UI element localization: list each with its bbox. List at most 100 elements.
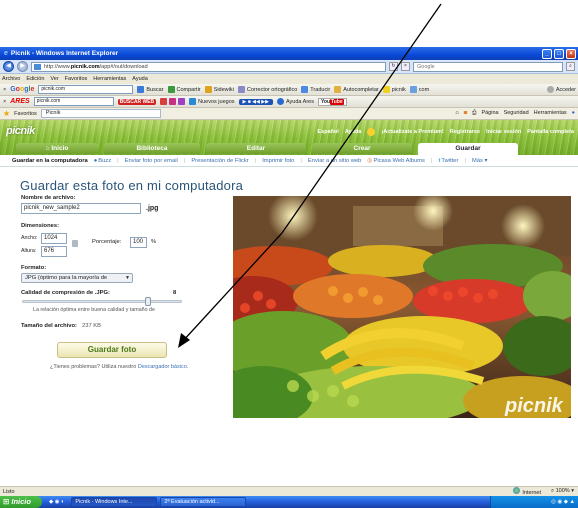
quality-slider[interactable] bbox=[22, 297, 182, 306]
separator: | bbox=[464, 157, 466, 164]
save-photo-button[interactable]: Guardar foto bbox=[57, 342, 167, 358]
share-icon bbox=[167, 86, 175, 93]
start-button[interactable]: ⊞ Inicio bbox=[0, 496, 42, 508]
sidewiki-button[interactable]: Sidewiki bbox=[204, 86, 234, 93]
nuevos-juegos-button[interactable]: Nuevos juegos bbox=[189, 98, 235, 105]
minimize-button[interactable]: _ bbox=[542, 48, 552, 59]
acceder-button[interactable]: Acceder bbox=[546, 86, 578, 93]
height-input[interactable]: 676 bbox=[41, 246, 67, 257]
tab-guardar[interactable]: Guardar bbox=[418, 143, 518, 155]
feeds-icon[interactable]: ◙ bbox=[464, 110, 467, 117]
tab-biblioteca[interactable]: Biblioteca bbox=[104, 143, 200, 154]
autocompletar-button[interactable]: Autocompletar bbox=[334, 86, 379, 93]
back-button[interactable]: ◀ bbox=[3, 61, 14, 72]
quality-label: Calidad de compresión de .JPG: bbox=[21, 290, 110, 296]
menu-herramientas-cmd[interactable]: Herramientas bbox=[534, 110, 567, 117]
percent-input[interactable]: 100 bbox=[130, 237, 147, 248]
market-photo: picnik bbox=[233, 196, 571, 418]
chevron-down-icon: ▼ bbox=[125, 275, 130, 281]
favorites-star-icon[interactable]: ★ bbox=[3, 109, 10, 118]
buscar-web-button[interactable]: BUSCAR WEB bbox=[117, 98, 157, 105]
language-select[interactable]: Español bbox=[317, 129, 338, 135]
games-icon[interactable] bbox=[178, 98, 186, 105]
save-panel: Guardar esta foto en mi computadora Nomb… bbox=[0, 167, 578, 455]
toolbar-close-icon[interactable]: × bbox=[3, 87, 6, 93]
zoom-level[interactable]: ⌕ 100% ▾ bbox=[551, 488, 574, 495]
google-search-input[interactable]: picnik.com bbox=[38, 85, 134, 94]
help-icon[interactable]: ● bbox=[572, 110, 575, 117]
favorites-bar: ★ Favoritos Picnik ⌂ ◙ ⎙ Página Segurida… bbox=[0, 108, 578, 120]
menu-archivo[interactable]: Archivo bbox=[2, 76, 20, 82]
menu-favoritos[interactable]: Favoritos bbox=[65, 76, 88, 82]
iniciar-sesion-link[interactable]: Iniciar sesión bbox=[486, 129, 521, 135]
youtube-button[interactable]: YouTube bbox=[317, 97, 347, 106]
ayuda-ares-button[interactable]: Ayuda Ares bbox=[276, 98, 314, 105]
dimensions-label: Dimensiones: bbox=[21, 223, 60, 229]
subnav-twitter[interactable]: Twitter bbox=[441, 158, 458, 164]
ares-media-player[interactable]: ▶ ■ ◀◀ ▶▶ bbox=[238, 98, 273, 105]
forward-button[interactable]: ▶ bbox=[17, 61, 28, 72]
toolbar-close-icon[interactable]: × bbox=[3, 99, 6, 105]
picnik-search-chip[interactable]: picnik bbox=[382, 86, 406, 93]
picnik-logo[interactable]: picnik bbox=[6, 125, 35, 137]
menu-ayuda[interactable]: Ayuda bbox=[132, 76, 148, 82]
format-dropdown[interactable]: JPG (óptimo para la mayoría de ▼ bbox=[21, 273, 133, 283]
home-icon[interactable]: ⌂ bbox=[455, 110, 458, 117]
help-icon bbox=[276, 98, 284, 105]
traducir-button[interactable]: Traducir bbox=[301, 86, 330, 93]
tab-inicio[interactable]: ⌂ Inicio bbox=[16, 143, 98, 154]
filename-input[interactable]: picnik_new_sample2 bbox=[21, 203, 141, 214]
taskbar: ⊞ Inicio ◆ ◉ ◐ Picnik - Windows Inte... … bbox=[0, 496, 578, 508]
subnav-email[interactable]: Enviar foto por email bbox=[125, 158, 178, 164]
lock-icon[interactable] bbox=[72, 240, 78, 247]
pantalla-completa-link[interactable]: Pantalla completa bbox=[527, 129, 574, 135]
menu-ver[interactable]: Ver bbox=[50, 76, 58, 82]
save-options-nav: Guardar en la computadora ● Buzz | Envia… bbox=[0, 155, 578, 167]
premium-link[interactable]: ¡Actualízate a Premium! bbox=[381, 129, 443, 135]
quality-slider-thumb[interactable] bbox=[145, 297, 152, 306]
search-input[interactable]: Google bbox=[413, 61, 563, 72]
compartir-button[interactable]: Compartir bbox=[167, 86, 201, 93]
music-icon[interactable] bbox=[160, 98, 168, 105]
url-input[interactable]: http://www.picnik.com/app#/out/download bbox=[31, 61, 386, 72]
favorites-label[interactable]: Favoritos bbox=[14, 111, 37, 117]
quicklaunch-icons[interactable]: ◆ ◉ ◐ bbox=[45, 499, 68, 505]
video-icon[interactable] bbox=[169, 98, 177, 105]
com-search-chip[interactable]: com bbox=[409, 86, 429, 93]
joystick-icon bbox=[189, 98, 197, 105]
menu-seguridad[interactable]: Seguridad bbox=[504, 110, 529, 117]
filename-label: Nombre de archivo: bbox=[21, 195, 76, 201]
separator: | bbox=[300, 157, 302, 164]
menu-herramientas[interactable]: Herramientas bbox=[93, 76, 126, 82]
subnav-buzz[interactable]: Buzz bbox=[98, 158, 111, 164]
refresh-icon[interactable]: ↻ bbox=[389, 62, 398, 71]
ayuda-link[interactable]: Ayuda bbox=[345, 129, 362, 135]
tab-crear[interactable]: Crear bbox=[312, 143, 412, 154]
subnav-imprimir[interactable]: Imprimir foto bbox=[262, 158, 294, 164]
taskbar-item-evaluacion[interactable]: 2ª Evaluación activid... bbox=[160, 497, 247, 507]
subnav-flickr[interactable]: Presentación de Flickr bbox=[191, 158, 248, 164]
registrarse-link[interactable]: Registrarse bbox=[450, 129, 480, 135]
menu-pagina[interactable]: Página bbox=[481, 110, 498, 117]
subnav-picasa[interactable]: Picasa Web Albums bbox=[373, 158, 424, 164]
stop-icon[interactable]: × bbox=[401, 62, 410, 71]
close-button[interactable]: × bbox=[566, 48, 576, 59]
subnav-sitio-web[interactable]: Enviar a un sitio web bbox=[308, 158, 362, 164]
ares-search-input[interactable]: picnik.com bbox=[33, 97, 114, 106]
width-input[interactable]: 1024 bbox=[41, 233, 67, 244]
photo-preview: picnik bbox=[233, 196, 571, 418]
corrector-button[interactable]: Corrector ortográfico bbox=[237, 86, 297, 93]
tab-editar[interactable]: Editar bbox=[206, 143, 306, 154]
taskbar-item-picnik[interactable]: Picnik - Windows Inte... bbox=[71, 497, 158, 507]
print-icon[interactable]: ⎙ bbox=[472, 110, 476, 117]
ares-toolbar: × ARES picnik.com BUSCAR WEB Nuevos jueg… bbox=[0, 96, 578, 108]
search-icon[interactable]: ⌕ bbox=[566, 62, 575, 71]
maximize-button[interactable]: □ bbox=[554, 48, 564, 59]
subnav-mas[interactable]: Más ▾ bbox=[472, 158, 487, 164]
buscar-button[interactable]: Buscar bbox=[137, 86, 164, 93]
abc-icon bbox=[237, 86, 245, 93]
subnav-guardar-computadora[interactable]: Guardar en la computadora bbox=[12, 158, 88, 164]
browser-tab-picnik[interactable]: Picnik bbox=[40, 109, 161, 118]
basic-downloader-link[interactable]: Descargador básico. bbox=[138, 364, 188, 370]
menu-edicion[interactable]: Edición bbox=[26, 76, 44, 82]
